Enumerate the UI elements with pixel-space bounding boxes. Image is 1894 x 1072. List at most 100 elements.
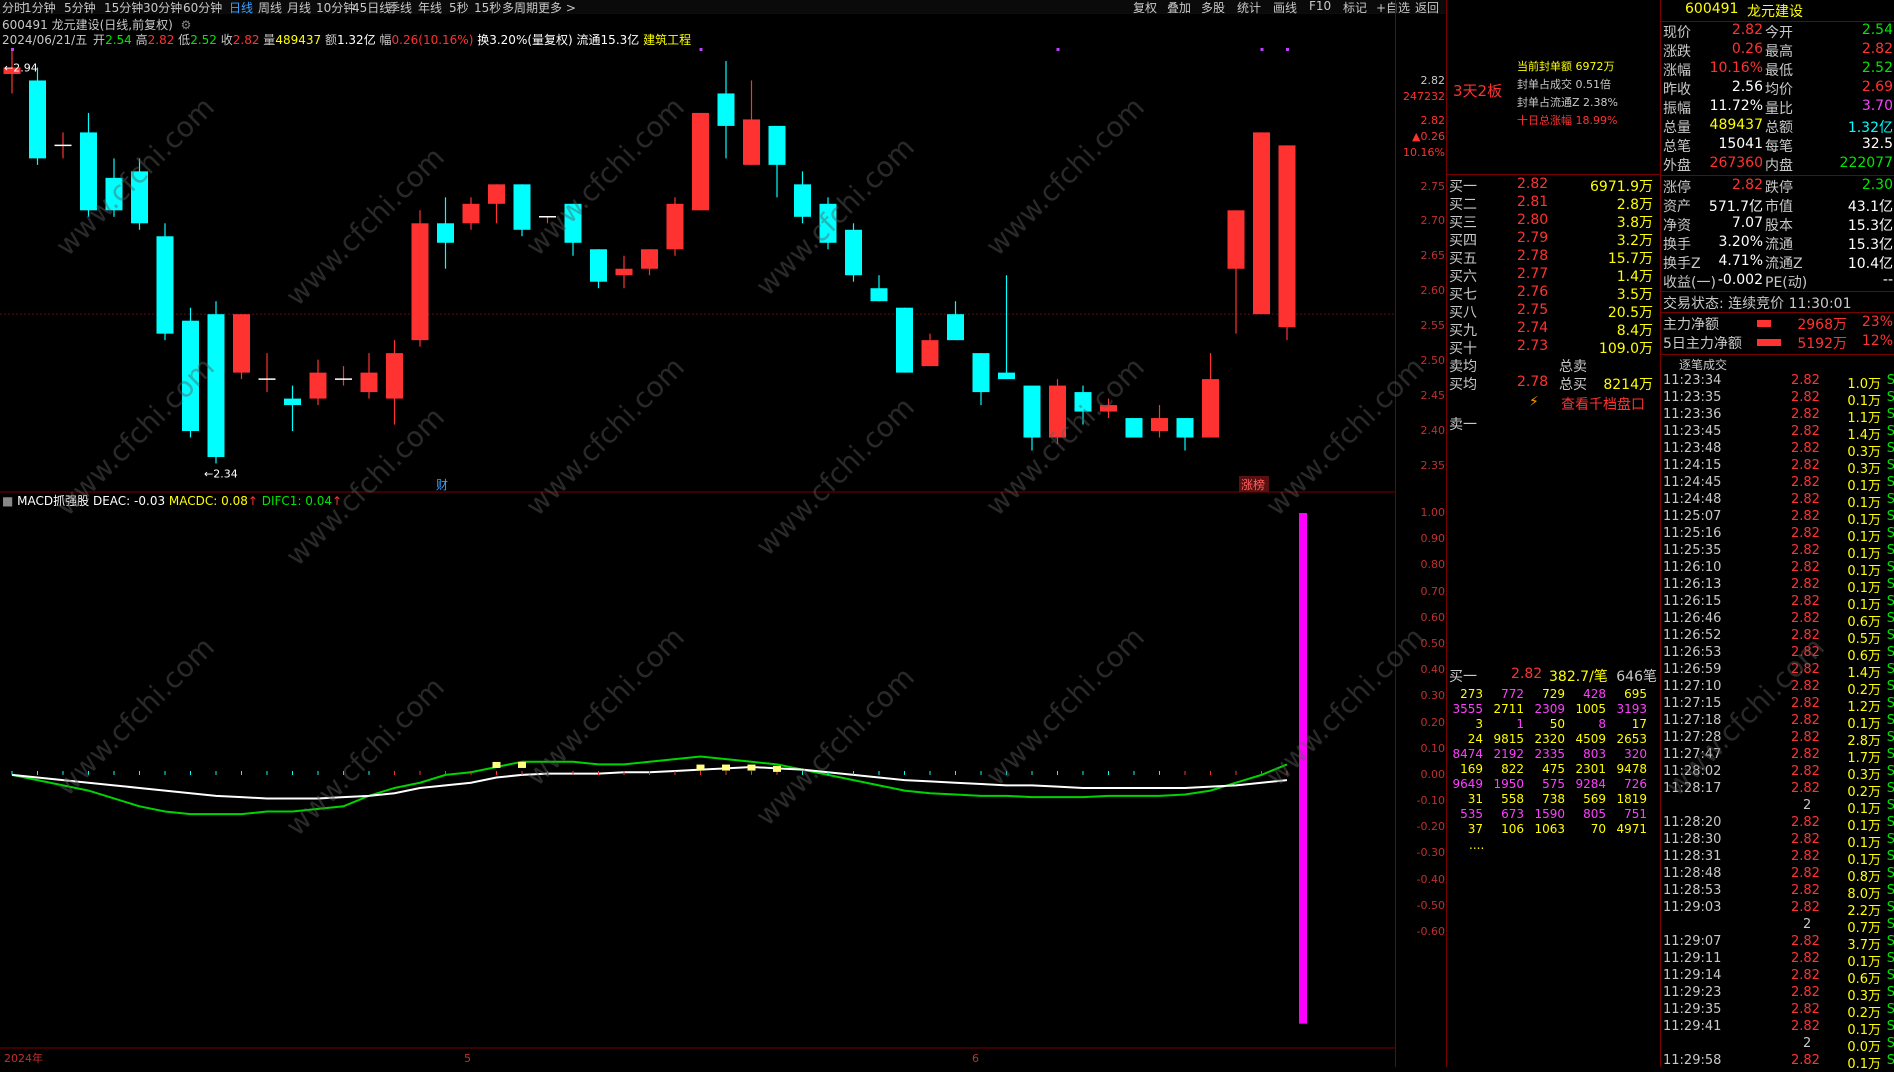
macd-signal-0	[492, 761, 501, 768]
tick-price: 2.82	[1791, 526, 1820, 541]
candle-38	[972, 353, 990, 406]
ticks-title[interactable]: 逐笔成交	[1679, 356, 1727, 373]
candle-body-38	[972, 353, 990, 393]
tick-row: 2 0.7万 S	[1663, 917, 1894, 936]
bid-row-4[interactable]: 买四 2.79 3.2万	[1449, 230, 1659, 249]
depth-link[interactable]: ⚡ 查看千档盘口	[1449, 394, 1659, 414]
queue-cell: 8474	[1452, 747, 1483, 761]
quote-value: 2.56	[1731, 79, 1763, 95]
queue-cell: 2653	[1616, 732, 1647, 746]
fund-value: 2.30	[1861, 177, 1893, 193]
tick-time: 11:23:45	[1663, 424, 1722, 439]
candle-22	[564, 203, 582, 256]
depth-link-text[interactable]: 查看千档盘口	[1561, 394, 1645, 414]
fund-label: 换手	[1663, 237, 1691, 253]
tick-flag: S	[1886, 883, 1894, 898]
tick-row: 11:27:18 2.82 0.1万 S	[1663, 713, 1894, 732]
macd-signal-2	[696, 764, 705, 771]
queue-cell: 2192	[1493, 747, 1524, 761]
bid-price: 2.79	[1517, 230, 1549, 246]
bid-row-5[interactable]: 买五 2.78 15.7万	[1449, 248, 1659, 267]
tick-flag: S	[1886, 441, 1894, 456]
queue-row: 8474 2192 2335 803 320	[1447, 747, 1661, 762]
bid-row-8[interactable]: 买八 2.75 20.5万	[1449, 302, 1659, 321]
tick-price: 2.82	[1791, 696, 1820, 711]
queue-cell: 726	[1624, 777, 1647, 791]
bid-volume: 1.4万	[1616, 269, 1653, 285]
bid-price: 2.73	[1517, 338, 1549, 354]
total-buy-value: 8214万	[1603, 377, 1653, 393]
bid-price: 2.78	[1517, 248, 1549, 264]
candle-1	[29, 67, 46, 165]
queue-more[interactable]: ....	[1469, 838, 1679, 856]
candle-15	[386, 340, 403, 425]
tick-price: 2.82	[1791, 866, 1820, 881]
lightning-icon: ⚡	[1529, 394, 1539, 410]
tick-price: 2.82	[1791, 509, 1820, 524]
bid-row-3[interactable]: 买三 2.80 3.8万	[1449, 212, 1659, 231]
macd-title: ■ MACD抓强股 DEAC: -0.03 MACDC: 0.08↑ DIFC1…	[2, 494, 343, 508]
tick-flag: S	[1886, 1036, 1894, 1051]
tick-price: 2.82	[1791, 747, 1820, 762]
candle-body-7	[182, 320, 199, 432]
macd-axis-label-4: 0.60	[1420, 610, 1446, 624]
price-axis-label-6: 2.70	[1420, 214, 1446, 227]
tick-time: 11:27:18	[1663, 713, 1722, 728]
xaxis-label-0: 2024年	[4, 1051, 43, 1065]
quote-label: 昨收	[1663, 82, 1691, 98]
candle-body-37	[947, 314, 964, 341]
candle-body-15	[386, 353, 403, 399]
queue-row: 37 106 1063 70 4971	[1447, 822, 1661, 837]
queue-cell: 4971	[1616, 822, 1647, 836]
bid-label: 买七	[1449, 287, 1477, 303]
tick-row: 11:29:14 2.82 0.6万 S	[1663, 968, 1894, 987]
queue-cell: 9478	[1616, 762, 1647, 776]
ask1-label: 卖一	[1449, 417, 1477, 433]
macd-axis-label-3: 0.70	[1420, 584, 1446, 598]
fund-label: 股本	[1765, 218, 1793, 234]
fund-value: -0.002	[1717, 272, 1763, 288]
tick-price: 2.82	[1791, 832, 1820, 847]
queue-cell: 8	[1598, 717, 1606, 731]
candle-body-44	[1125, 418, 1143, 438]
bid-row-7[interactable]: 买七 2.76 3.5万	[1449, 284, 1659, 303]
quote-value: 11.72%	[1709, 98, 1763, 114]
tick-flag: S	[1886, 407, 1894, 422]
xaxis-label-1: 5	[464, 1052, 471, 1065]
quote-label: 每笔	[1765, 139, 1793, 155]
queue-cell: 9284	[1575, 777, 1606, 791]
main-net-value: 2968万	[1797, 317, 1847, 333]
tick-flag: S	[1886, 730, 1894, 745]
queue-cell: 1950	[1493, 777, 1524, 791]
tick-flag: S	[1886, 713, 1894, 728]
bid-row-1[interactable]: 买一 2.82 6971.9万	[1449, 176, 1659, 195]
macd-name[interactable]: MACD抓强股	[17, 494, 89, 508]
candle-40	[1023, 385, 1041, 451]
macd-collapse-icon[interactable]: ■	[2, 494, 13, 508]
tick-flag: S	[1886, 1002, 1894, 1017]
bid-row-2[interactable]: 买二 2.81 2.8万	[1449, 194, 1659, 213]
tick-row: 11:29:35 2.82 0.2万 S	[1663, 1002, 1894, 1021]
queue-cell: 320	[1624, 747, 1647, 761]
tick-flag: S	[1886, 917, 1894, 932]
quote-label: 量比	[1765, 101, 1793, 117]
tick-flag: S	[1886, 815, 1894, 830]
tick-time: 11:23:48	[1663, 441, 1722, 456]
bid-row-10[interactable]: 买十 2.73 109.0万	[1449, 338, 1659, 357]
seal-title: 3天2板	[1453, 82, 1503, 100]
tick-flag: S	[1886, 934, 1894, 949]
fin-marker: 财	[436, 478, 448, 492]
macd-axis-label-15: -0.50	[1416, 898, 1445, 912]
bid1-summary: 买一 2.82 382.7/笔 646笔	[1449, 666, 1659, 685]
quote-label: 总笔	[1663, 139, 1691, 155]
candle-12	[309, 359, 327, 406]
tick-time: 11:28:20	[1663, 815, 1722, 830]
tick-time: 11:24:15	[1663, 458, 1722, 473]
kline-chart[interactable]: ←2.94←2.34财涨榜2024年56日线	[0, 0, 1395, 1067]
tick-row: 11:25:35 2.82 0.1万 S	[1663, 543, 1894, 562]
bid-row-9[interactable]: 买九 2.74 8.4万	[1449, 320, 1659, 339]
macd-axis-label-5: 0.50	[1420, 636, 1446, 650]
candle-body-20	[513, 184, 531, 230]
candle-14	[360, 353, 378, 399]
bid-row-6[interactable]: 买六 2.77 1.4万	[1449, 266, 1659, 285]
